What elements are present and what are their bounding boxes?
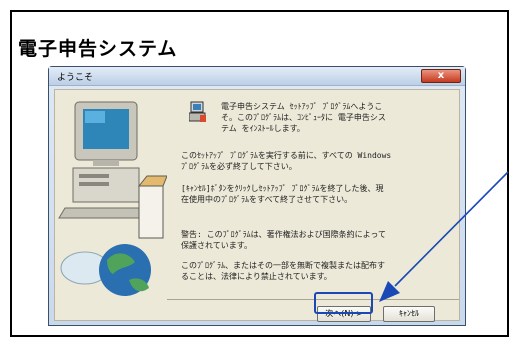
annotation-arrow: [379, 171, 509, 302]
